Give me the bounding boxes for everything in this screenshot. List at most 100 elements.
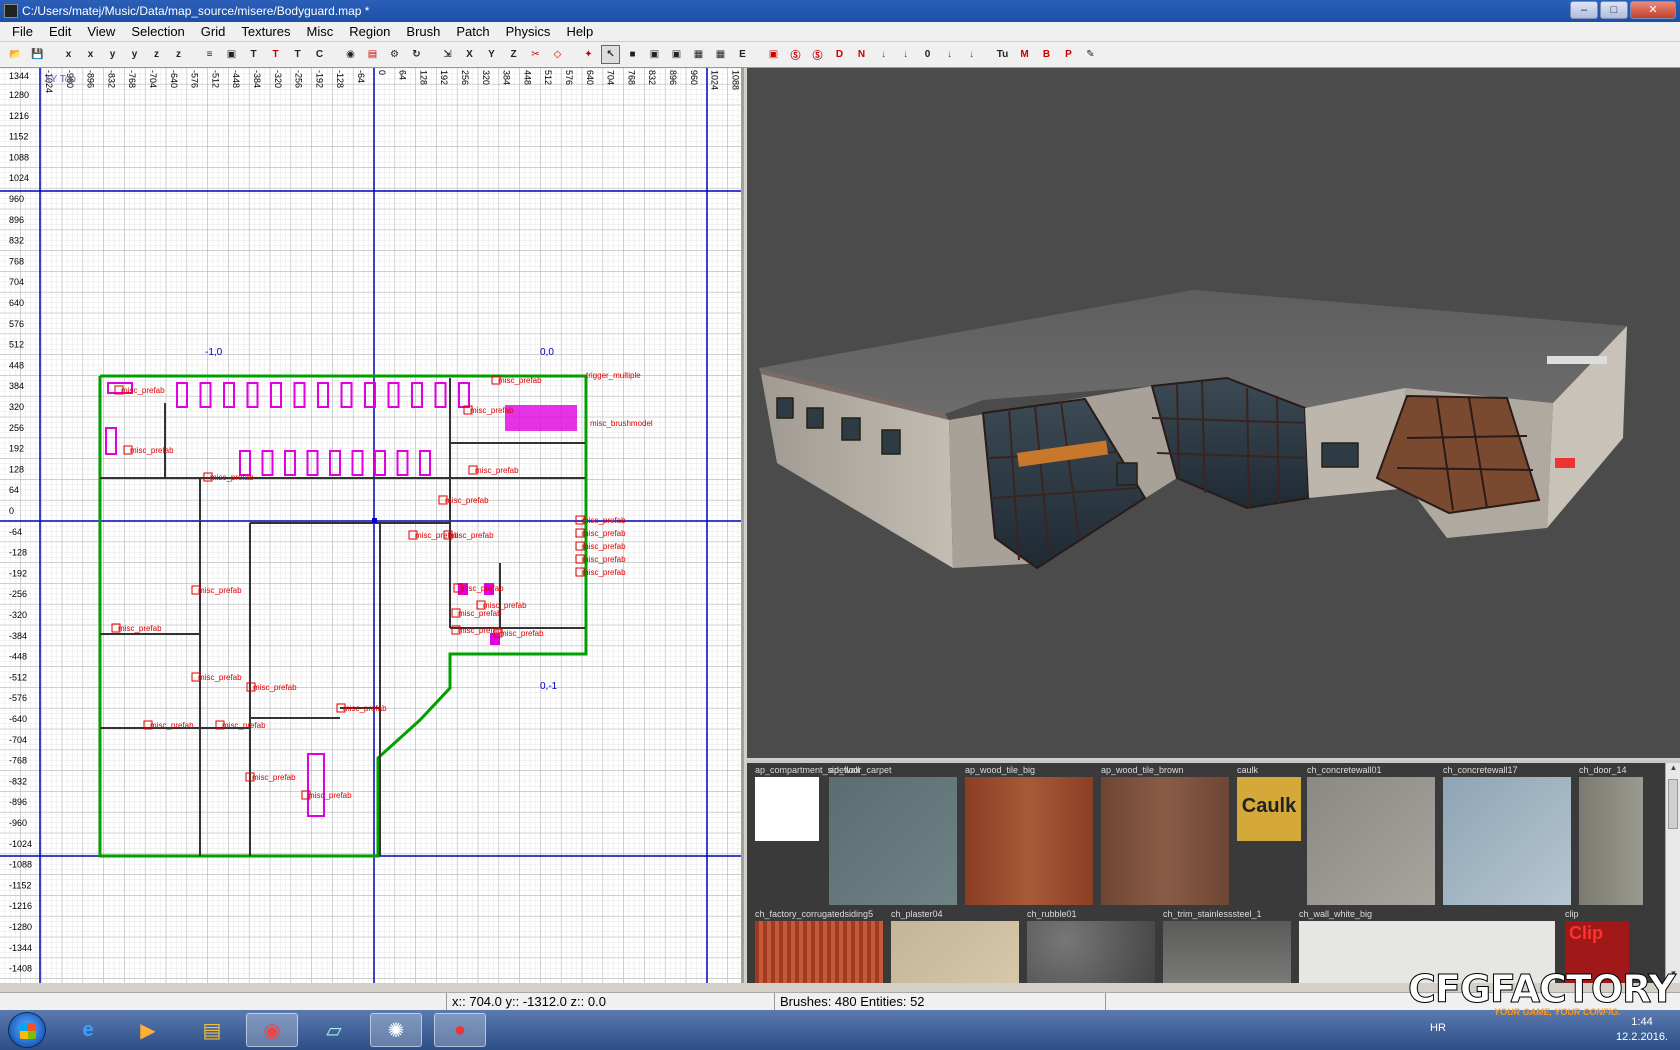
patch-icon[interactable]: ■ bbox=[623, 45, 642, 64]
ruler-y-label: -960 bbox=[9, 818, 27, 828]
ruler-y-label: -512 bbox=[9, 672, 27, 682]
chrome-icon[interactable]: ◉ bbox=[246, 1013, 298, 1047]
clipper-icon[interactable]: ✂ bbox=[526, 45, 545, 64]
menu-physics[interactable]: Physics bbox=[498, 24, 559, 39]
ruler-y-label: 576 bbox=[9, 319, 24, 329]
scroll-up-icon[interactable]: ▲ bbox=[1666, 763, 1680, 777]
notepad-icon[interactable]: ▱ bbox=[308, 1013, 360, 1047]
scale-icon[interactable]: ⇲ bbox=[438, 45, 457, 64]
bevel-icon[interactable]: ↓ bbox=[940, 45, 959, 64]
rotate-icon[interactable]: ↻ bbox=[407, 45, 426, 64]
cubic-clip-icon[interactable]: ▤ bbox=[363, 45, 382, 64]
clock[interactable]: 1:44 12.2.2016. bbox=[1616, 1015, 1668, 1045]
menu-brush[interactable]: Brush bbox=[398, 24, 448, 39]
prefab-entity-label: misc_prefab bbox=[252, 773, 296, 782]
lock-icon[interactable]: ▣ bbox=[645, 45, 664, 64]
view-change-icon[interactable]: ◉ bbox=[341, 45, 360, 64]
ruler-x-label: 64 bbox=[398, 70, 408, 80]
recorder-icon[interactable]: ● bbox=[434, 1013, 486, 1047]
menu-region[interactable]: Region bbox=[341, 24, 398, 39]
chair-prefab bbox=[351, 450, 364, 476]
menu-misc[interactable]: Misc bbox=[299, 24, 342, 39]
arrow-down-icon[interactable]: ↓ bbox=[874, 45, 893, 64]
texture-name: ap_floor_carpet bbox=[829, 765, 892, 775]
csg-icon[interactable]: ≡ bbox=[200, 45, 219, 64]
texture-lock-icon[interactable]: ▣ bbox=[667, 45, 686, 64]
tex-flip-icon[interactable]: T bbox=[266, 45, 285, 64]
tu-icon[interactable]: Tu bbox=[993, 45, 1012, 64]
rotate-x-icon[interactable]: x bbox=[81, 45, 100, 64]
scroll-down-icon[interactable]: ▼ bbox=[1666, 969, 1680, 983]
ruler-y-label: -1344 bbox=[9, 943, 32, 953]
windows-taskbar: e ▶ ▤ ◉ ▱ ✺ ● HR 1:44 12.2.2016. bbox=[0, 1010, 1680, 1050]
tex-scale-icon[interactable]: T bbox=[288, 45, 307, 64]
entity-icon[interactable]: ▦ bbox=[689, 45, 708, 64]
flip-y-icon[interactable]: y bbox=[103, 45, 122, 64]
view-y-icon[interactable]: Y bbox=[482, 45, 501, 64]
building-render[interactable] bbox=[747, 68, 1680, 758]
language-indicator[interactable]: HR bbox=[1430, 1022, 1446, 1034]
open-icon[interactable]: 📂 bbox=[6, 45, 25, 64]
menu-edit[interactable]: Edit bbox=[41, 24, 79, 39]
drag-vertex-icon[interactable]: ✦ bbox=[579, 45, 598, 64]
camera-3d-view[interactable] bbox=[747, 68, 1680, 758]
close-button[interactable]: ✕ bbox=[1630, 1, 1676, 19]
flip-x-icon[interactable]: x bbox=[59, 45, 78, 64]
cycle-layer-icon[interactable]: C bbox=[310, 45, 329, 64]
menu-textures[interactable]: Textures bbox=[233, 24, 298, 39]
menu-patch[interactable]: Patch bbox=[448, 24, 497, 39]
flip-z-icon[interactable]: z bbox=[147, 45, 166, 64]
media-player-icon[interactable]: ▶ bbox=[122, 1013, 174, 1047]
system-tray: HR 1:44 12.2.2016. bbox=[1420, 1010, 1680, 1050]
toggle-c-icon[interactable]: Ⓢ bbox=[808, 45, 827, 64]
grid-icon[interactable]: ▦ bbox=[711, 45, 730, 64]
menu-selection[interactable]: Selection bbox=[123, 24, 192, 39]
chair-prefab bbox=[411, 382, 423, 408]
texture-name: clip bbox=[1565, 909, 1579, 919]
ruler-y-label: 832 bbox=[9, 236, 24, 246]
rotate-z-icon[interactable]: z bbox=[169, 45, 188, 64]
b-icon[interactable]: B bbox=[1037, 45, 1056, 64]
menu-grid[interactable]: Grid bbox=[193, 24, 234, 39]
tex-fit-icon[interactable]: T bbox=[244, 45, 263, 64]
tools-icon[interactable]: ✎ bbox=[1081, 45, 1100, 64]
ruler-y-label: -1216 bbox=[9, 901, 32, 911]
window bbox=[881, 429, 901, 455]
prefab-entity-label: misc_prefab bbox=[118, 624, 162, 633]
minimize-button[interactable]: – bbox=[1570, 1, 1598, 19]
select-icon[interactable]: ↖ bbox=[601, 45, 620, 64]
drag-edge-icon[interactable]: ◇ bbox=[548, 45, 567, 64]
arrow-down2-icon[interactable]: ↓ bbox=[896, 45, 915, 64]
toggle-a-icon[interactable]: ▣ bbox=[764, 45, 783, 64]
texture-browser[interactable]: ▲ ▼ ap_compartment_sidewall ap_floor_carp… bbox=[747, 760, 1680, 983]
texture-name: caulk bbox=[1237, 765, 1259, 775]
filter-icon[interactable]: E bbox=[733, 45, 752, 64]
toggle-n-icon[interactable]: N bbox=[852, 45, 871, 64]
rotate-y-icon[interactable]: y bbox=[125, 45, 144, 64]
file-explorer-icon[interactable]: ▤ bbox=[186, 1013, 238, 1047]
save-icon[interactable]: 💾 bbox=[28, 45, 47, 64]
xy-top-grid-view[interactable]: -1024 -960 -896 -832 -768 -704 -640 -576 -512 -44… bbox=[0, 68, 744, 983]
camera-icon[interactable]: ⚙ bbox=[385, 45, 404, 64]
maximize-button[interactable]: □ bbox=[1600, 1, 1628, 19]
zero-icon[interactable]: 0 bbox=[918, 45, 937, 64]
endcap-icon[interactable]: ↓ bbox=[962, 45, 981, 64]
ruler-y-label: -384 bbox=[9, 631, 27, 641]
toggle-b-icon[interactable]: Ⓢ bbox=[786, 45, 805, 64]
hollow-icon[interactable]: ▣ bbox=[222, 45, 241, 64]
m-icon[interactable]: M bbox=[1015, 45, 1034, 64]
radiant-editor-icon[interactable]: ✺ bbox=[370, 1013, 422, 1047]
texture-scrollbar[interactable]: ▲ ▼ bbox=[1665, 763, 1680, 983]
p-icon[interactable]: P bbox=[1059, 45, 1078, 64]
start-button[interactable] bbox=[8, 1012, 46, 1048]
internet-explorer-icon[interactable]: e bbox=[62, 1013, 114, 1047]
menu-file[interactable]: File bbox=[4, 24, 41, 39]
view-z-icon[interactable]: Z bbox=[504, 45, 523, 64]
view-x-icon[interactable]: X bbox=[460, 45, 479, 64]
toggle-d-icon[interactable]: D bbox=[830, 45, 849, 64]
menu-help[interactable]: Help bbox=[558, 24, 601, 39]
grid-canvas[interactable]: -1024 -960 -896 -832 -768 -704 -640 -576 -512 -44… bbox=[0, 68, 741, 983]
status-bar: x:: 704.0 y:: -1312.0 z:: 0.0 Brushes: 4… bbox=[0, 992, 1680, 1011]
scroll-thumb[interactable] bbox=[1668, 779, 1678, 829]
menu-view[interactable]: View bbox=[79, 24, 123, 39]
